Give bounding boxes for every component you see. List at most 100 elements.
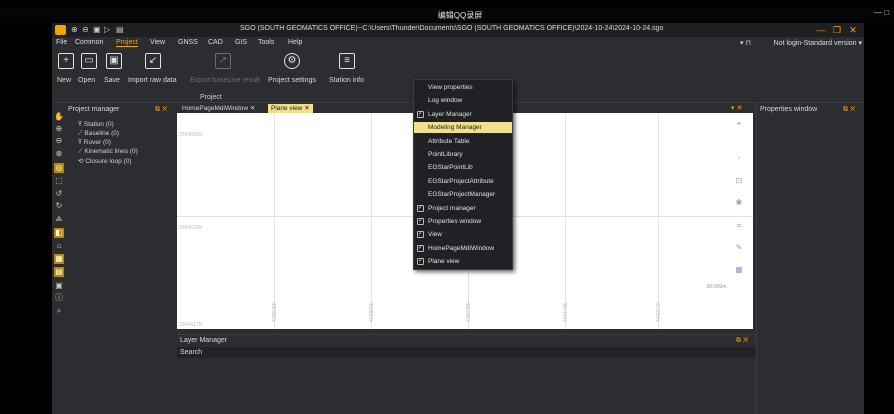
kinematic-icon: ⟋	[78, 148, 83, 155]
layer-select-icon[interactable]: ◧	[54, 228, 64, 238]
station-info-button[interactable]: Station info	[329, 77, 364, 84]
north-icon[interactable]: ✱	[734, 198, 744, 208]
context-menu-item[interactable]: PointLibrary	[414, 149, 512, 160]
context-menu-item[interactable]: ✓ HomePageMdiWindow	[414, 243, 512, 254]
menu-gnss[interactable]: GNSS	[178, 39, 198, 46]
menu-tools[interactable]: Tools	[258, 39, 274, 46]
rotate-right-icon[interactable]: ↻	[54, 201, 64, 211]
menu-cad[interactable]: CAD	[208, 39, 223, 46]
tree-item-rover[interactable]: Ŧ Rover (0)	[78, 139, 111, 146]
menu-view[interactable]: View	[150, 39, 165, 46]
layer-manager-title: Layer Manager	[180, 337, 228, 344]
screenshot-icon[interactable]: ▣	[54, 281, 64, 291]
grid-line	[371, 113, 372, 329]
open-button[interactable]: Open	[78, 77, 95, 84]
context-menu-item[interactable]: View properties	[414, 82, 512, 93]
zoom-out-icon[interactable]: ⊖	[54, 136, 64, 146]
baseline-icon: ⟋	[78, 130, 83, 137]
quick-save-icon[interactable]: ▣	[93, 25, 101, 34]
crop-icon[interactable]: ⌗	[734, 221, 744, 231]
context-menu-label: Modeling Manager	[428, 124, 482, 132]
import-raw-data-button[interactable]: Import raw data	[128, 77, 177, 84]
locate-icon[interactable]: ◦	[734, 153, 744, 163]
layers-icon[interactable]: ▦	[734, 265, 744, 275]
measure-icon[interactable]: ⟁	[54, 214, 64, 224]
new-button[interactable]: New	[57, 77, 71, 84]
minimize-button[interactable]: —	[814, 25, 828, 35]
quick-import-icon[interactable]: ▷	[104, 25, 112, 34]
import-icon[interactable]: ↙	[145, 53, 161, 69]
menu-pin-icon[interactable]: ▾ ⊓	[740, 39, 751, 47]
view-controls[interactable]: ▾ ✕	[731, 104, 742, 112]
open-folder-icon[interactable]: ▭	[81, 53, 97, 69]
login-status[interactable]: Not login-Standard version ▾	[774, 39, 862, 47]
context-menu-label: Log window	[428, 97, 463, 105]
info-icon[interactable]: ⓘ	[54, 293, 64, 303]
restore-button[interactable]: ❐	[830, 25, 844, 35]
context-menu-item[interactable]: ✓ Properties window	[414, 216, 512, 227]
save-button[interactable]: Save	[104, 77, 120, 84]
context-menu-item[interactable]: ✓ View	[414, 229, 512, 240]
draw-icon[interactable]: ✎	[734, 243, 744, 253]
home-icon[interactable]: ⌂	[54, 241, 64, 251]
tree-item-kinematic-lines[interactable]: ⟋ Kinematic lines (0)	[78, 148, 138, 156]
properties-panel	[756, 103, 864, 414]
rotate-left-icon[interactable]: ↺	[54, 189, 64, 199]
menu-project[interactable]: Project	[116, 39, 138, 47]
app-logo-icon	[55, 25, 66, 35]
quick-settings-icon[interactable]: ▤	[116, 25, 124, 34]
quick-open-icon[interactable]: ⊖	[82, 25, 90, 34]
context-menu-item[interactable]: EGStarProjectAttribute	[414, 176, 512, 187]
rectangle-select-icon[interactable]: ⬚	[54, 176, 64, 186]
tree-item-baseline[interactable]: ⟋ Baseline (0)	[78, 130, 119, 138]
menu-common[interactable]: Common	[75, 39, 103, 46]
menu-file[interactable]: File	[56, 39, 67, 46]
new-icon[interactable]: +	[58, 53, 74, 69]
checkbox-icon: ✓	[417, 110, 424, 118]
gear-icon[interactable]: ⚙	[284, 53, 300, 69]
x-coordinate-label: 439568E	[272, 301, 279, 323]
context-menu-item[interactable]: Log window	[414, 95, 512, 106]
tab-homepage[interactable]: HomePageMdiWindow ✕	[179, 104, 258, 113]
tree-item-station[interactable]: Ŧ Station (0)	[78, 121, 114, 128]
zoom-extent-icon[interactable]: ⊗	[54, 149, 64, 159]
layer-search-row[interactable]	[177, 347, 756, 358]
document-icon[interactable]: ≡	[339, 53, 355, 69]
grid-toggle-icon[interactable]: ▦	[54, 254, 64, 264]
layer-manager-controls[interactable]: ⧉ ✕	[736, 337, 748, 345]
properties-window-controls[interactable]: ⧉ ✕	[843, 106, 855, 114]
quick-new-icon[interactable]: ⊕	[71, 25, 79, 34]
close-button[interactable]: ✕	[846, 25, 860, 35]
zoom-in-icon[interactable]: ⊕	[54, 124, 64, 134]
tree-item-closure-loop[interactable]: ⟲ Closure loop (0)	[78, 157, 132, 165]
menu-help[interactable]: Help	[288, 39, 302, 46]
y-coordinate-label: 2504626N	[179, 225, 203, 231]
context-menu-item[interactable]: Attribute Table	[414, 136, 512, 147]
checkbox-icon: ✓	[417, 244, 424, 252]
context-menu-item[interactable]: Modeling Manager	[414, 122, 512, 134]
context-menu-item[interactable]: EGStarProjectManager	[414, 189, 512, 200]
compass-icon[interactable]: ⌖	[734, 119, 744, 129]
context-menu-item[interactable]: ✓ Project manager	[414, 203, 512, 214]
save-icon[interactable]: ▣	[106, 53, 122, 69]
pan-icon[interactable]: ✋	[54, 112, 64, 122]
view-context-menu: View properties Log window ✓ Layer Manager M…	[413, 79, 513, 270]
context-menu-item[interactable]: ✓ Layer Manager	[414, 109, 512, 120]
checkbox-icon: ✓	[417, 231, 424, 239]
recorder-controls[interactable]: — □	[874, 8, 889, 17]
context-menu-label: Project manager	[428, 204, 476, 212]
full-extent-icon[interactable]: ⊡	[734, 176, 744, 186]
search-area-icon[interactable]: ⌕	[54, 306, 64, 316]
select-icon[interactable]: ◎	[54, 163, 64, 173]
project-settings-button[interactable]: Project settings	[268, 77, 316, 84]
table-icon[interactable]: ▤	[54, 267, 64, 277]
menu-gis[interactable]: GIS	[235, 39, 247, 46]
tab-plane-view[interactable]: Plane view ✕	[268, 104, 313, 113]
context-menu-label: Attribute Table	[428, 137, 470, 145]
project-manager-controls[interactable]: ⧉ ✕	[155, 106, 167, 114]
context-menu-label: PointLibrary	[428, 151, 463, 158]
context-menu-item[interactable]: EGStarPointLib	[414, 162, 512, 173]
context-menu-label: View properties	[428, 84, 473, 91]
checkbox-icon: ✓	[417, 218, 424, 225]
context-menu-item[interactable]: ✓ Plane view	[414, 256, 512, 267]
